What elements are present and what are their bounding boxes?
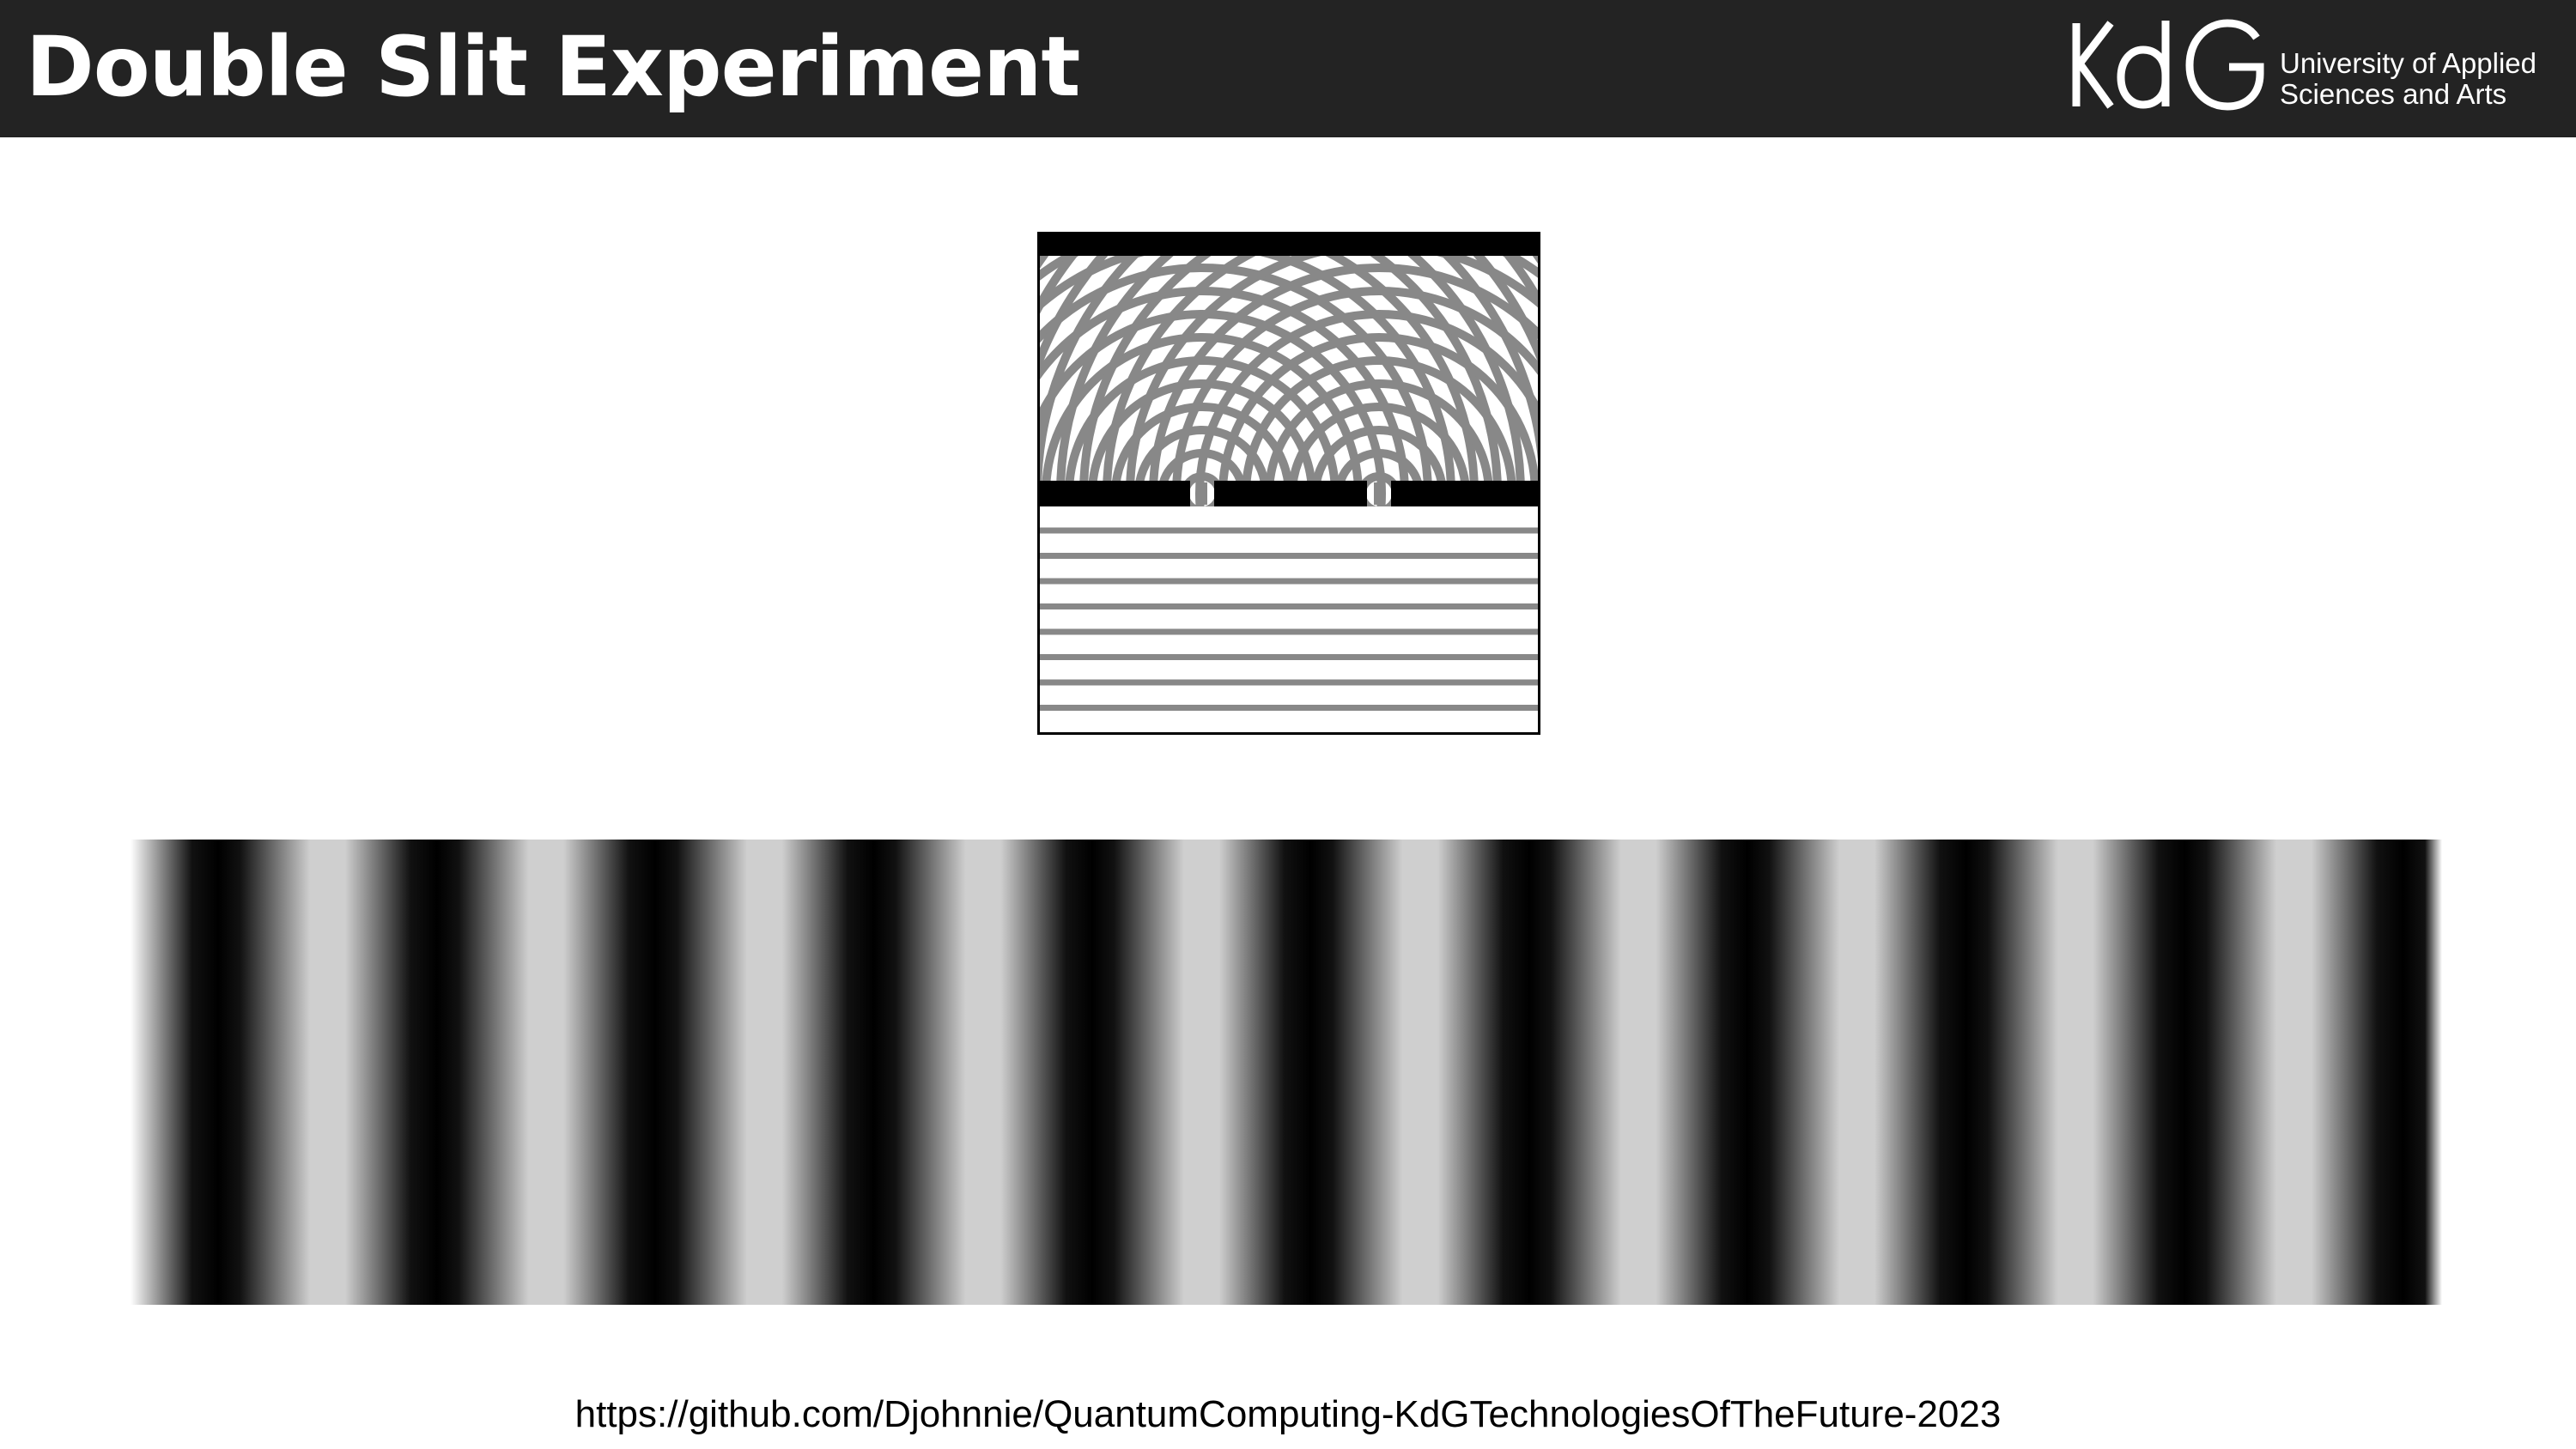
github-url-text: https://github.com/Djohnnie/QuantumCompu…	[574, 1393, 2002, 1435]
header-bar: Double Slit Experiment University of App…	[0, 0, 2576, 137]
interference-fringe-pattern	[131, 840, 2442, 1305]
logo-text: University of Applied Sciences and Arts	[2280, 48, 2537, 110]
double-slit-wave-diagram	[1037, 232, 1540, 735]
logo-line-1: University of Applied	[2280, 47, 2537, 79]
page-title: Double Slit Experiment	[26, 19, 1080, 115]
kdg-logo-icon	[2072, 19, 2264, 111]
interference-fringes	[131, 840, 2442, 1305]
kdg-logo: University of Applied Sciences and Arts	[2069, 19, 2550, 113]
double-slit-diagram	[1037, 232, 1540, 735]
logo-line-2: Sciences and Arts	[2280, 78, 2507, 110]
